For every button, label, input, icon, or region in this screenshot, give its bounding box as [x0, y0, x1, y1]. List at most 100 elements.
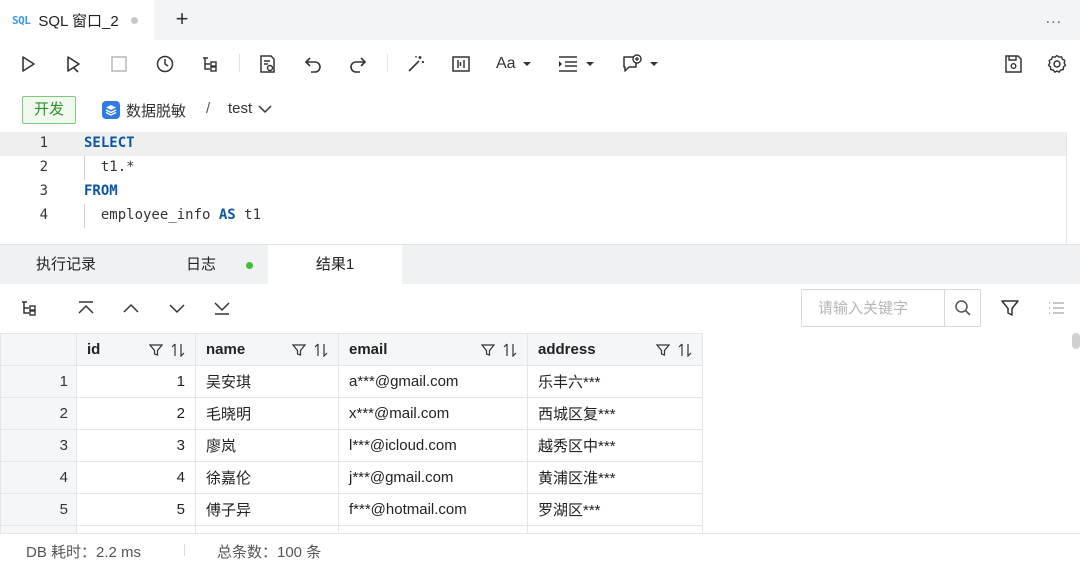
table-row[interactable]: 1 1 吴安琪 a***@gmail.com 乐丰六*** [0, 365, 703, 398]
table-row[interactable]: 2 2 毛晓明 x***@mail.com 西城区复*** [0, 397, 703, 430]
cell-name[interactable]: 傅子异 [195, 493, 339, 526]
settings-icon[interactable] [1045, 52, 1069, 76]
grid-scrollbar-thumb[interactable] [1072, 333, 1080, 349]
cell-id[interactable] [76, 525, 196, 533]
snippet-icon[interactable] [449, 52, 473, 76]
table-row[interactable]: 3 3 廖岚 l***@icloud.com 越秀区中*** [0, 429, 703, 462]
result-toolbar [0, 284, 1080, 332]
cell-id[interactable]: 1 [76, 365, 196, 398]
cell-id[interactable]: 3 [76, 429, 196, 462]
table-row[interactable]: 4 4 徐嘉伦 j***@gmail.com 黄浦区淮*** [0, 461, 703, 494]
tab-sql-window-2[interactable]: SQL SQL 窗口_2 [0, 0, 154, 40]
sort-icon [678, 343, 692, 357]
font-size-dropdown[interactable]: Aa [496, 52, 540, 76]
first-row-icon[interactable] [74, 296, 98, 320]
editor-toolbar: Aa [0, 40, 1080, 88]
run-icon[interactable] [16, 52, 40, 76]
row-number: 3 [0, 429, 77, 462]
schema-label: test [228, 100, 253, 117]
result-grid: id name email address 1 1 吴安琪 a***@gmail… [0, 333, 1080, 533]
toolbar-divider [387, 54, 388, 72]
log-status-dot-icon [246, 262, 253, 269]
tab-title: SQL 窗口_2 [38, 12, 119, 30]
next-row-icon[interactable] [165, 296, 189, 320]
schema-selector[interactable]: test [228, 100, 272, 117]
search-input[interactable] [802, 290, 944, 326]
database-selector[interactable]: 数据脱敏 [126, 100, 186, 121]
column-header-email[interactable]: email [338, 333, 528, 366]
total-count-text: 总条数：100 条 [217, 544, 322, 561]
cell-id[interactable]: 5 [76, 493, 196, 526]
format-icon[interactable] [255, 52, 279, 76]
tree-view-icon[interactable] [17, 296, 41, 320]
cell-name[interactable]: 毛晓明 [195, 397, 339, 430]
status-bar: DB 耗时：2.2 ms 总条数：100 条 [0, 533, 1080, 563]
tab-bar: SQL SQL 窗口_2 + ... [0, 0, 1080, 40]
caret-down-icon [586, 62, 594, 66]
cell-name[interactable]: 徐嘉伦 [195, 461, 339, 494]
undo-icon[interactable] [301, 52, 325, 76]
connection-context-bar: 开发 数据脱敏 / test [0, 88, 1080, 132]
editor-scrollbar[interactable] [1066, 132, 1080, 244]
path-separator: / [206, 100, 211, 117]
cell-email[interactable]: j***@gmail.com [338, 461, 528, 494]
column-header-name[interactable]: name [195, 333, 339, 366]
sort-icon [314, 343, 328, 357]
column-filter-icon [481, 343, 495, 356]
sql-editor[interactable]: 1 SELECT 2 t1.* 3 FROM 4 employee_info A… [0, 132, 1080, 244]
history-icon[interactable] [153, 52, 177, 76]
column-name: name [206, 341, 246, 358]
column-filter-icon [656, 343, 670, 356]
magic-wand-icon[interactable] [404, 52, 428, 76]
search-icon[interactable] [944, 290, 980, 326]
column-name: id [87, 341, 101, 358]
comment-dropdown[interactable] [621, 52, 665, 76]
header-row: id name email address [0, 333, 703, 366]
cell-address[interactable]: 越秀区中*** [527, 429, 703, 462]
cell-address[interactable] [527, 525, 703, 533]
new-tab-button[interactable]: + [170, 6, 194, 34]
cell-address[interactable]: 西城区复*** [527, 397, 703, 430]
cell-id[interactable]: 4 [76, 461, 196, 494]
explain-icon[interactable] [198, 52, 222, 76]
chevron-down-icon [258, 104, 272, 113]
column-name: address [538, 341, 596, 358]
redo-icon[interactable] [346, 52, 370, 76]
cell-email[interactable]: f***@hotmail.com [338, 493, 528, 526]
database-icon [102, 101, 120, 119]
save-icon[interactable] [1001, 52, 1025, 76]
cell-email[interactable]: x***@mail.com [338, 397, 528, 430]
column-header-id[interactable]: id [76, 333, 196, 366]
sort-icon [503, 343, 517, 357]
previous-row-icon[interactable] [119, 296, 143, 320]
more-options-button[interactable]: ... [1046, 10, 1062, 28]
toolbar-divider [239, 54, 240, 72]
cell-address[interactable]: 乐丰六*** [527, 365, 703, 398]
tab-result-1[interactable]: 结果1 [268, 245, 402, 285]
last-row-icon[interactable] [210, 296, 234, 320]
filter-icon[interactable] [998, 296, 1022, 320]
line-number: 3 [39, 183, 48, 199]
cell-id[interactable]: 2 [76, 397, 196, 430]
run-selected-icon[interactable] [61, 52, 85, 76]
table-row[interactable] [0, 525, 703, 533]
line-number: 2 [39, 159, 48, 175]
sql-file-icon: SQL [12, 13, 31, 27]
indent-dropdown[interactable] [557, 52, 601, 76]
table-row[interactable]: 5 5 傅子异 f***@hotmail.com 罗湖区*** [0, 493, 703, 526]
column-header-address[interactable]: address [527, 333, 703, 366]
column-list-icon[interactable] [1044, 296, 1068, 320]
cell-address[interactable]: 罗湖区*** [527, 493, 703, 526]
cell-email[interactable]: a***@gmail.com [338, 365, 528, 398]
cell-name[interactable] [195, 525, 339, 533]
cell-name[interactable]: 吴安琪 [195, 365, 339, 398]
code-line: 4 employee_info AS t1 [0, 204, 1080, 228]
cell-email[interactable] [338, 525, 528, 533]
result-table: id name email address 1 1 吴安琪 a***@gmail… [0, 333, 703, 533]
cell-name[interactable]: 廖岚 [195, 429, 339, 462]
cell-address[interactable]: 黄浦区淮*** [527, 461, 703, 494]
stop-icon[interactable] [107, 52, 131, 76]
cell-email[interactable]: l***@icloud.com [338, 429, 528, 462]
tab-log[interactable]: 日志 [186, 245, 216, 285]
tab-execution-history[interactable]: 执行记录 [36, 245, 96, 285]
